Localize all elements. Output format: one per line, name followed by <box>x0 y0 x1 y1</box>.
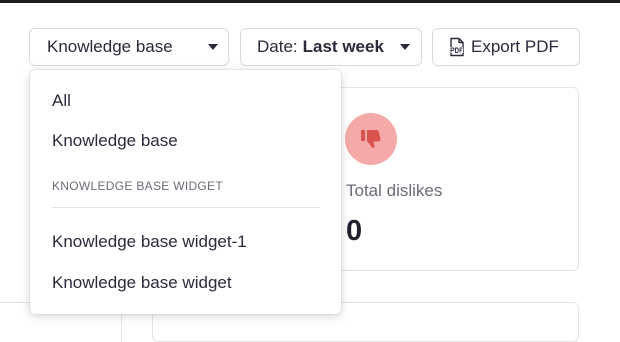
menu-divider <box>52 207 320 208</box>
total-dislikes-label: Total dislikes <box>346 181 443 200</box>
menu-section-header: KNOWLEDGE BASE WIDGET <box>52 179 223 193</box>
date-filter-prefix: Date: <box>257 37 298 56</box>
top-border <box>0 0 620 3</box>
dislike-badge <box>345 113 397 165</box>
total-dislikes-value: 0 <box>346 215 363 247</box>
menu-item-knowledge-base[interactable]: Knowledge base <box>52 131 178 151</box>
source-filter-label: Knowledge base <box>47 37 173 56</box>
dislikes-card <box>300 87 579 271</box>
chevron-down-icon <box>400 44 410 50</box>
source-filter-dropdown[interactable]: Knowledge base <box>29 28 229 66</box>
pdf-file-icon <box>448 37 466 57</box>
export-pdf-button[interactable]: Export PDF <box>432 28 580 66</box>
menu-item-widget[interactable]: Knowledge base widget <box>52 273 232 293</box>
menu-item-widget-1[interactable]: Knowledge base widget-1 <box>52 232 247 252</box>
date-filter-value: Last week <box>302 37 384 56</box>
menu-item-all[interactable]: All <box>52 91 71 111</box>
source-dropdown-menu: All Knowledge base KNOWLEDGE BASE WIDGET… <box>30 70 341 314</box>
date-filter-dropdown[interactable]: Date: Last week <box>240 28 422 66</box>
chevron-down-icon <box>208 44 218 50</box>
export-pdf-label: Export PDF <box>471 37 559 56</box>
thumbs-down-icon <box>361 130 381 148</box>
